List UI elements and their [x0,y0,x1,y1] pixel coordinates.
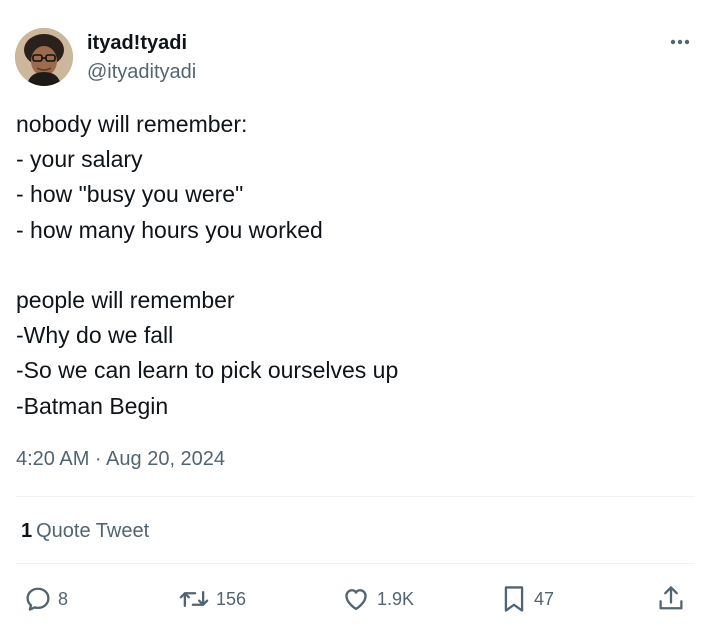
tweet-timestamp[interactable]: 4:20 AM · Aug 20, 2024 [16,446,225,472]
reply-button[interactable]: 8 [24,582,68,616]
like-button[interactable]: 1.9K [341,582,414,616]
avatar-image [15,28,73,86]
user-handle[interactable]: @ityadityadi [87,60,196,84]
tweet-line: -Batman Begin [16,392,169,419]
retweet-button[interactable]: 156 [178,582,246,616]
heart-icon [345,589,367,611]
tweet-line: - your salary [16,146,143,173]
bookmark-icon [504,586,524,612]
tweet-line: - how "busy you were" [16,181,244,208]
more-options-button[interactable] [666,30,694,54]
retweet-icon [179,591,209,607]
tweet-line: people will remember [16,286,235,313]
tweet-card: ityad!tyadi @ityadityadi nobody will rem… [0,0,709,635]
retweet-count: 156 [216,588,247,609]
tweet-line: - how many hours you worked [16,216,323,243]
reply-count: 8 [58,588,69,609]
like-count: 1.9K [377,588,415,609]
quote-tweets-link[interactable]: 1 Quote Tweet [21,518,149,544]
divider [16,496,695,497]
quote-label: Quote Tweet [36,520,150,542]
tweet-line: -So we can learn to pick ourselves up [16,357,399,384]
tweet-line: -Why do we fall [16,322,174,349]
share-icon [659,586,683,610]
tweet-line [16,248,696,283]
share-button[interactable] [657,582,685,616]
tweet-line: nobody will remember: [16,111,248,137]
reply-icon [26,587,50,611]
display-name[interactable]: ityad!tyadi [87,31,187,55]
tweet-text: nobody will remember: - your salary - ho… [16,107,696,424]
bookmark-button[interactable]: 47 [500,582,554,616]
avatar[interactable] [15,28,73,86]
quote-count: 1 [21,520,33,542]
divider [16,563,695,564]
more-horizontal-icon [670,39,690,45]
bookmark-count: 47 [534,588,555,609]
